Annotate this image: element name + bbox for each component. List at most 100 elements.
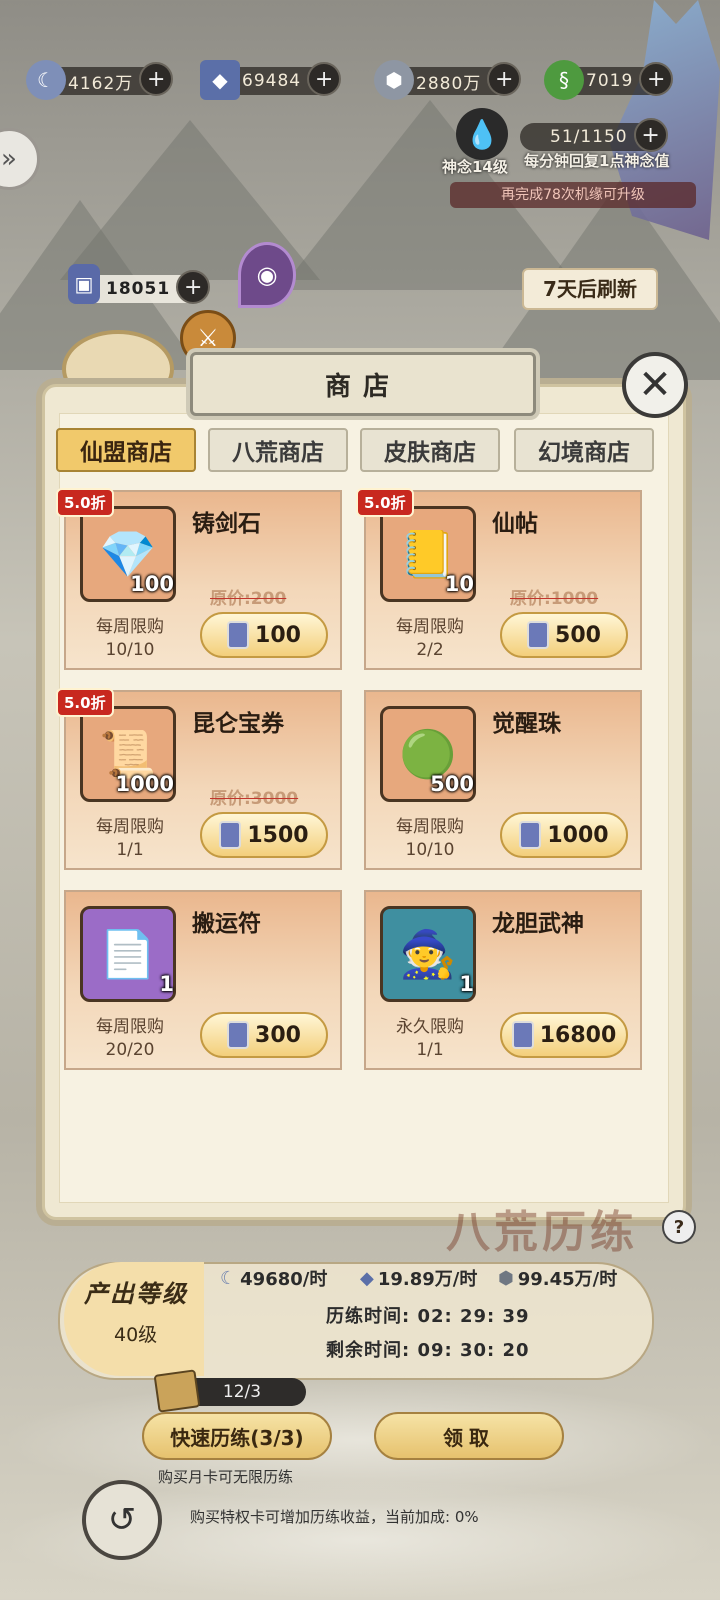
close-button[interactable]: ✕ (622, 352, 688, 418)
price: 1500 (247, 822, 309, 848)
token-coin-icon (511, 1021, 534, 1049)
output-title: 产出等级 (84, 1280, 188, 1308)
spirit-drop-icon: 💧 (456, 108, 508, 160)
quick-train-button[interactable]: 快速历练(3/3) (142, 1412, 332, 1460)
limit-count: 10/10 (105, 640, 155, 660)
price: 1000 (547, 822, 609, 848)
discount-badge: 5.0折 (356, 488, 414, 517)
limit-count: 1/1 (116, 840, 144, 860)
add-moonstone-button[interactable]: + (139, 62, 174, 96)
purchase-limit: 每周限购 1/1 (80, 816, 180, 862)
buy-button[interactable]: 1000 (500, 812, 628, 858)
price: 100 (255, 622, 301, 648)
item-name: 仙帖 (492, 511, 538, 537)
ore-icon: ⬢ (498, 1267, 514, 1289)
ore-icon: ⬢ (374, 60, 414, 100)
moon-stone-icon: ☾ (26, 60, 66, 100)
discount-badge: 5.0折 (56, 688, 114, 717)
sword-icon: ⚔ (197, 324, 219, 352)
purchase-limit: 永久限购 1/1 (380, 1016, 480, 1062)
price: 500 (555, 622, 601, 648)
limit-label: 每周限购 (96, 817, 164, 837)
close-icon: ✕ (638, 362, 672, 408)
token-coin-icon (519, 821, 542, 849)
resource-jade: 7019 § + (544, 60, 674, 100)
map-marker-bag[interactable]: ◉ (238, 242, 296, 308)
side-expand-button[interactable]: » (0, 128, 40, 190)
rate-value: 49680/时 (240, 1269, 328, 1290)
limit-count: 1/1 (416, 1040, 444, 1060)
tab-alliance-shop[interactable]: 仙盟商店 (56, 428, 196, 472)
limit-label: 每周限购 (396, 617, 464, 637)
shop-item-card[interactable]: 📄 1 搬运符 每周限购 20/20 300 (64, 890, 342, 1070)
limit-count: 10/10 (405, 840, 455, 860)
rate-value: 19.89万/时 (377, 1269, 478, 1290)
shop-item-card[interactable]: 📜 1000 5.0折 昆仑宝券 原价:3000 每周限购 1/1 1500 (56, 688, 342, 870)
buy-button[interactable]: 1500 (200, 812, 328, 858)
privilege-note: 购买特权卡可增加历练收益，当前加成: 0% (190, 1508, 479, 1526)
item-quantity: 1 (159, 972, 174, 996)
shop-item-card[interactable]: 📒 10 5.0折 仙帖 原价:1000 每周限购 2/2 500 (356, 488, 642, 670)
item-quantity: 10 (444, 572, 474, 596)
item-quantity: 500 (430, 772, 474, 796)
tab-skin-shop[interactable]: 皮肤商店 (360, 428, 500, 472)
add-card-button[interactable]: + (307, 62, 342, 96)
purchase-limit: 每周限购 20/20 (80, 1016, 180, 1062)
claim-button[interactable]: 领取 (374, 1412, 564, 1460)
original-price: 原价:3000 (210, 789, 299, 809)
item-quantity: 100 (130, 572, 174, 596)
rate-card: ◆ 19.89万/时 (360, 1265, 477, 1291)
return-icon: ↺ (107, 1500, 137, 1540)
buy-button[interactable]: 100 (200, 612, 328, 658)
tab-illusion-shop[interactable]: 幻境商店 (514, 428, 654, 472)
purchase-limit: 每周限购 2/2 (380, 616, 480, 662)
tab-bahuang-shop[interactable]: 八荒商店 (208, 428, 348, 472)
add-ore-button[interactable]: + (487, 62, 522, 96)
item-name: 昆仑宝券 (192, 711, 284, 737)
monthly-card-note: 购买月卡可无限历练 (158, 1468, 294, 1486)
price: 300 (255, 1022, 301, 1048)
limit-label: 每周限购 (396, 817, 464, 837)
limit-count: 2/2 (416, 640, 444, 660)
bg-title-text: 八荒历练 (446, 1207, 638, 1258)
shop-item-card[interactable]: 💎 100 5.0折 铸剑石 原价:200 每周限购 10/10 100 (56, 488, 342, 670)
limit-label: 每周限购 (96, 1017, 164, 1037)
discount-badge: 5.0折 (56, 488, 114, 517)
token-coin-icon (227, 1021, 250, 1049)
refresh-label: 7天后刷新 (522, 268, 658, 310)
token-coin-icon (219, 821, 242, 849)
spirit-meter: 51/1150 + (520, 118, 668, 154)
help-icon[interactable]: ? (662, 1210, 696, 1244)
shop-item-card[interactable]: 🟢 500 觉醒珠 每周限购 10/10 1000 (364, 690, 642, 870)
shop-item-card[interactable]: 🧙 1 龙胆武神 永久限购 1/1 16800 (364, 890, 642, 1070)
item-name: 搬运符 (192, 911, 261, 937)
buy-button[interactable]: 300 (200, 1012, 328, 1058)
buy-button[interactable]: 500 (500, 612, 628, 658)
original-price: 原价:200 (210, 589, 287, 609)
crystal-card-icon: ◆ (360, 1267, 374, 1289)
shop-title: 商店 (190, 352, 536, 416)
return-button[interactable]: ↺ (82, 1480, 162, 1560)
spirit-regen: 每分钟回复1点神念值 (524, 152, 670, 170)
add-token-button[interactable]: + (176, 270, 211, 304)
token-balance: 18051 ▣ + (68, 264, 211, 306)
output-level: 40级 (114, 1324, 158, 1346)
double-chevron-icon: » (1, 144, 17, 174)
spirit-upgrade-hint: 再完成78次机缘可升级 (450, 182, 696, 208)
moon-stone-icon: ☾ (220, 1267, 237, 1289)
original-price: 原价:1000 (510, 589, 599, 609)
add-spirit-button[interactable]: + (633, 118, 668, 152)
purchase-limit: 每周限购 10/10 (380, 816, 480, 862)
jade-dragon-icon: § (544, 60, 584, 100)
buy-button[interactable]: 16800 (500, 1012, 628, 1058)
item-quantity: 1000 (115, 772, 174, 796)
resource-card: 69484 ◆ + (200, 60, 342, 100)
token-coin-icon: ▣ (68, 264, 100, 304)
price: 16800 (539, 1022, 617, 1048)
limit-count: 20/20 (105, 1040, 155, 1060)
bag-icon: ◉ (256, 261, 278, 289)
item-name: 铸剑石 (192, 511, 261, 537)
spirit-level: 神念14级 (442, 158, 508, 176)
scroll-icon (153, 1369, 201, 1413)
item-quantity: 1 (459, 972, 474, 996)
